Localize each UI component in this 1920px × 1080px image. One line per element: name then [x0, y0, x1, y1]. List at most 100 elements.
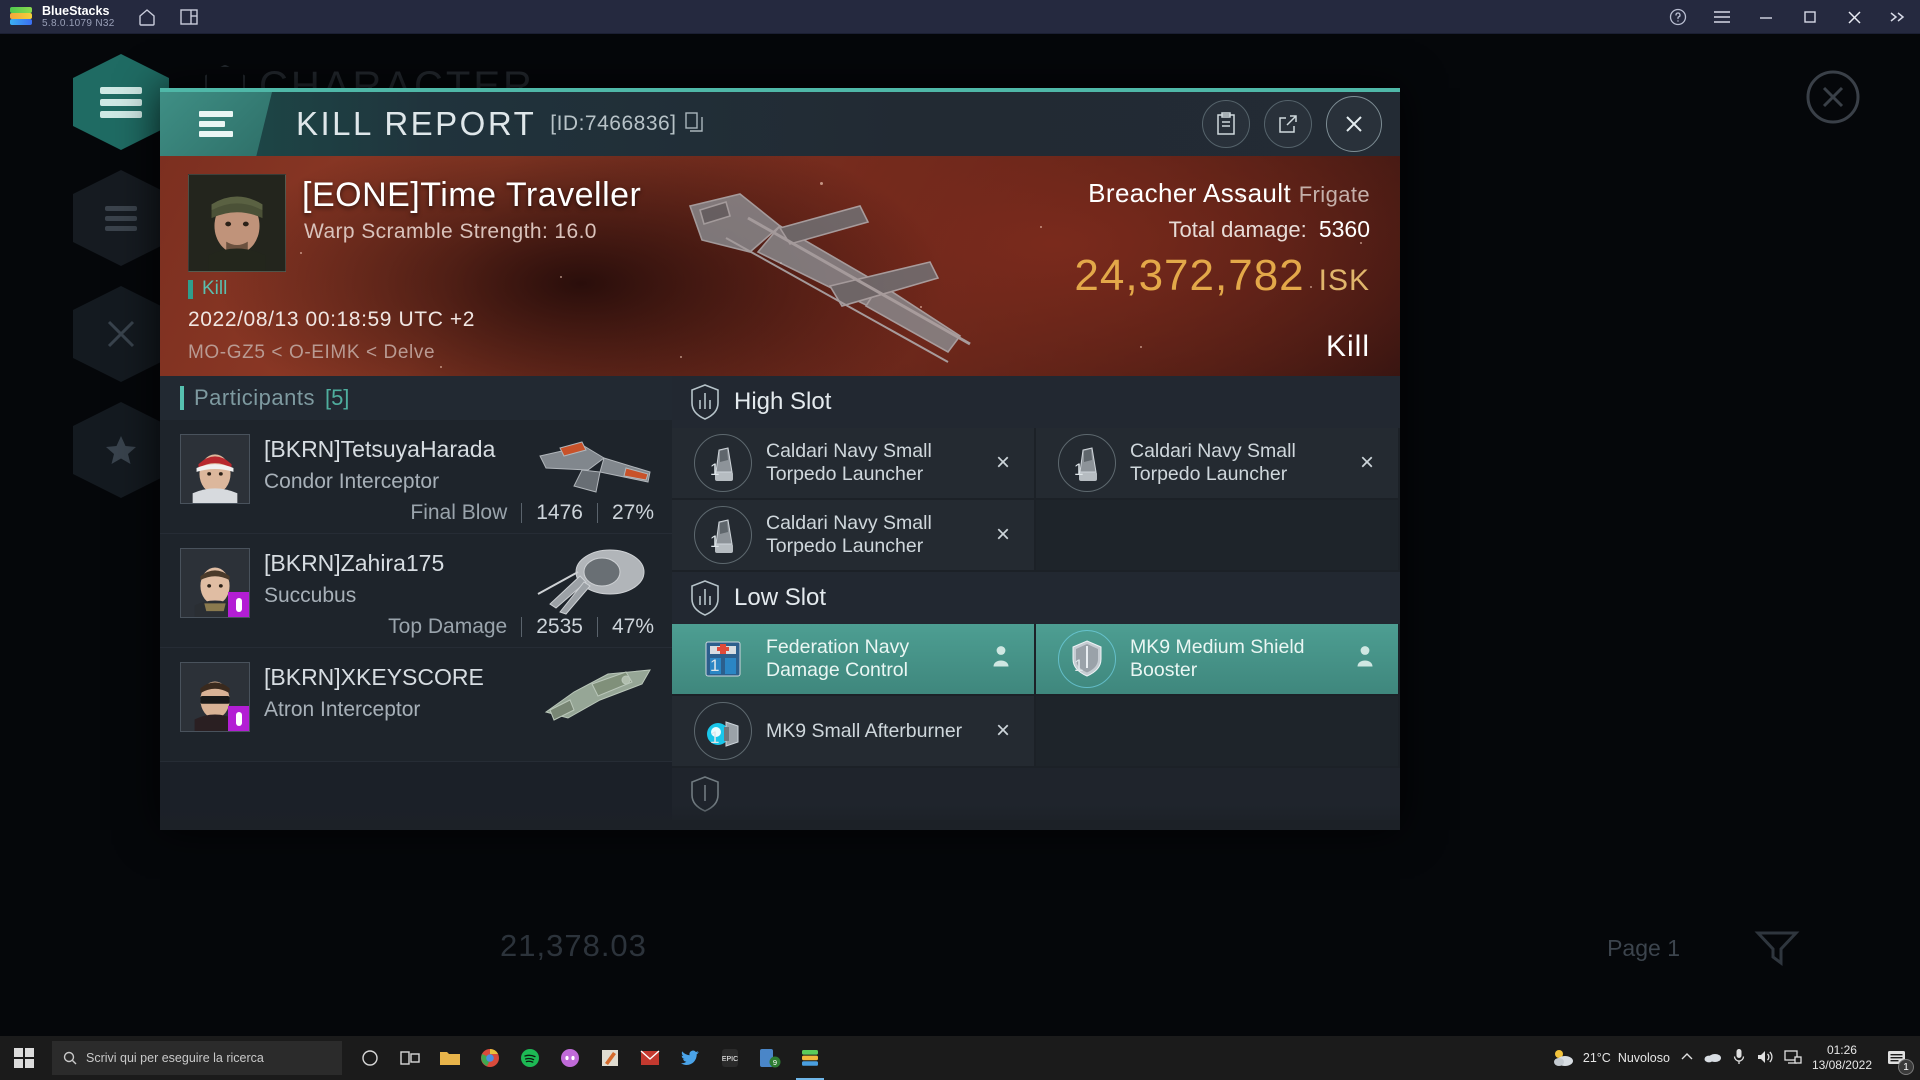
- shield-slot-icon: [691, 384, 719, 420]
- isk-unit: ISK: [1318, 264, 1370, 297]
- background-pagination[interactable]: Page 1: [1607, 935, 1680, 962]
- module-name: Caldari Navy Small Torpedo Launcher: [1130, 440, 1296, 485]
- twitter-icon[interactable]: [670, 1036, 710, 1080]
- participant-name: [BKRN]Zahira175: [264, 550, 445, 576]
- report-button[interactable]: [1202, 100, 1250, 148]
- weather-widget[interactable]: 21°C Nuvoloso: [1552, 1048, 1670, 1068]
- total-damage-value: 5360: [1318, 216, 1370, 242]
- module-owner-icon[interactable]: [1356, 645, 1374, 674]
- volume-icon[interactable]: [1756, 1049, 1774, 1068]
- victim-name: [EONE]Time Traveller: [302, 176, 642, 214]
- report-body: Participants [5] [BKRN]TetsuyaHarada Con…: [160, 376, 1400, 830]
- editor-icon[interactable]: [590, 1036, 630, 1080]
- chrome-icon[interactable]: [470, 1036, 510, 1080]
- module-qty: 1: [710, 532, 720, 551]
- minimize-button[interactable]: [1744, 0, 1788, 34]
- module-remove-icon[interactable]: ×: [996, 717, 1010, 745]
- spotify-icon[interactable]: [510, 1036, 550, 1080]
- sidebar-item-combat[interactable]: [73, 286, 169, 382]
- participant-ship: Succubus: [264, 584, 357, 607]
- victim-ship-name: Breacher Assault: [1088, 178, 1292, 208]
- module-cell[interactable]: 1 Caldari Navy Small Torpedo Launcher ×: [1036, 428, 1400, 500]
- high-slot-header: High Slot: [672, 376, 1400, 428]
- onedrive-icon[interactable]: [1704, 1050, 1722, 1066]
- discord-icon[interactable]: [550, 1036, 590, 1080]
- home-icon[interactable]: [137, 7, 157, 27]
- participant-stats: Top Damage 2535 47%: [388, 615, 654, 639]
- module-owner-icon[interactable]: [992, 645, 1010, 674]
- module-cell-empty[interactable]: [1036, 696, 1400, 768]
- participant-ship: Atron Interceptor: [264, 698, 421, 721]
- isk-value-row: 24,372,782 ISK: [1074, 251, 1370, 301]
- shield-booster-icon: 1: [1058, 630, 1116, 688]
- start-button[interactable]: [0, 1036, 48, 1080]
- maximize-button[interactable]: [1788, 0, 1832, 34]
- copy-icon[interactable]: [684, 111, 703, 137]
- windows-taskbar: Scrivi qui per eseguire la ricerca EPIC …: [0, 1036, 1920, 1080]
- result-tag: Kill: [188, 278, 227, 300]
- participant-ship-image: [544, 669, 651, 721]
- low-slot-modules: 1 Federation Navy Damage Control 1 MK9 M…: [672, 624, 1400, 768]
- tray-expand-icon[interactable]: [1680, 1051, 1694, 1065]
- afterburner-icon: 1: [694, 702, 752, 760]
- modal-menu-button[interactable]: [160, 92, 272, 156]
- hamburger-icon: [100, 82, 142, 123]
- torpedo-launcher-icon: 1: [1058, 434, 1116, 492]
- epic-games-icon[interactable]: EPIC: [710, 1036, 750, 1080]
- module-cell-empty[interactable]: [1036, 500, 1400, 572]
- module-cell[interactable]: 1 MK9 Small Afterburner ×: [672, 696, 1036, 768]
- notification-center-button[interactable]: 1: [1882, 1043, 1914, 1075]
- taskview-icon[interactable]: [350, 1036, 390, 1080]
- sidebar-item-list[interactable]: [73, 170, 169, 266]
- file-explorer-icon[interactable]: [430, 1036, 470, 1080]
- mail-icon[interactable]: [630, 1036, 670, 1080]
- app-name: BlueStacks: [42, 3, 110, 18]
- multi-instance-icon[interactable]: [179, 8, 199, 26]
- module-remove-icon[interactable]: ×: [1360, 449, 1374, 477]
- sidebar-item-favorites[interactable]: [73, 402, 169, 498]
- list-icon: [105, 201, 137, 236]
- module-name: MK9 Medium Shield Booster: [1130, 636, 1305, 681]
- kill-report-id: [ID:7466836]: [550, 112, 677, 135]
- clock[interactable]: 01:26 13/08/2022: [1812, 1043, 1872, 1073]
- sidebar-menu-button[interactable]: [73, 54, 169, 150]
- damage-control-icon: 1: [698, 634, 748, 684]
- result-word: Kill: [1325, 330, 1370, 363]
- microphone-icon[interactable]: [1732, 1048, 1746, 1069]
- filter-icon[interactable]: [1754, 927, 1800, 972]
- app-badge-count: 9: [773, 1058, 777, 1067]
- module-cell[interactable]: 1 MK9 Medium Shield Booster: [1036, 624, 1400, 696]
- module-cell[interactable]: 1 Caldari Navy Small Torpedo Launcher ×: [672, 500, 1036, 572]
- torpedo-launcher-icon: 1: [694, 434, 752, 492]
- network-icon[interactable]: [1784, 1049, 1802, 1068]
- bluestacks-taskbar-icon[interactable]: [790, 1036, 830, 1080]
- modal-close-button[interactable]: [1326, 96, 1382, 152]
- avatar: [180, 434, 250, 504]
- close-button[interactable]: [1832, 0, 1876, 34]
- participants-scroll-fade: [160, 804, 672, 830]
- search-input[interactable]: Scrivi qui per eseguire la ricerca: [52, 1041, 342, 1075]
- next-slot-header-partial: [672, 768, 1400, 820]
- module-cell[interactable]: 1 Federation Navy Damage Control: [672, 624, 1036, 696]
- app-badge-icon[interactable]: 9: [750, 1036, 790, 1080]
- help-button[interactable]: [1656, 0, 1700, 34]
- result-tag-bar: [188, 279, 193, 299]
- share-button[interactable]: [1264, 100, 1312, 148]
- background-close-button[interactable]: [1806, 70, 1860, 124]
- collapse-button[interactable]: [1876, 0, 1920, 34]
- table-row[interactable]: [BKRN]Zahira175 Succubus Top Damage 2535…: [160, 534, 672, 648]
- participant-name: [BKRN]XKEYSCORE: [264, 664, 484, 690]
- modal-title: KILL REPORT: [296, 105, 537, 142]
- menu-button[interactable]: [1700, 0, 1744, 34]
- table-row[interactable]: [BKRN]XKEYSCORE Atron Interceptor: [160, 648, 672, 762]
- hamburger-icon: [199, 107, 233, 141]
- module-remove-icon[interactable]: ×: [996, 449, 1010, 477]
- module-cell[interactable]: 1 Caldari Navy Small Torpedo Launcher ×: [672, 428, 1036, 500]
- notification-count: 1: [1898, 1059, 1914, 1075]
- table-row[interactable]: [BKRN]TetsuyaHarada Condor Interceptor F…: [160, 420, 672, 534]
- search-icon: [63, 1051, 77, 1065]
- module-qty: 1: [710, 656, 720, 675]
- module-remove-icon[interactable]: ×: [996, 521, 1010, 549]
- task-view-button[interactable]: [390, 1036, 430, 1080]
- app-version: 5.8.0.1079 N32: [42, 17, 115, 29]
